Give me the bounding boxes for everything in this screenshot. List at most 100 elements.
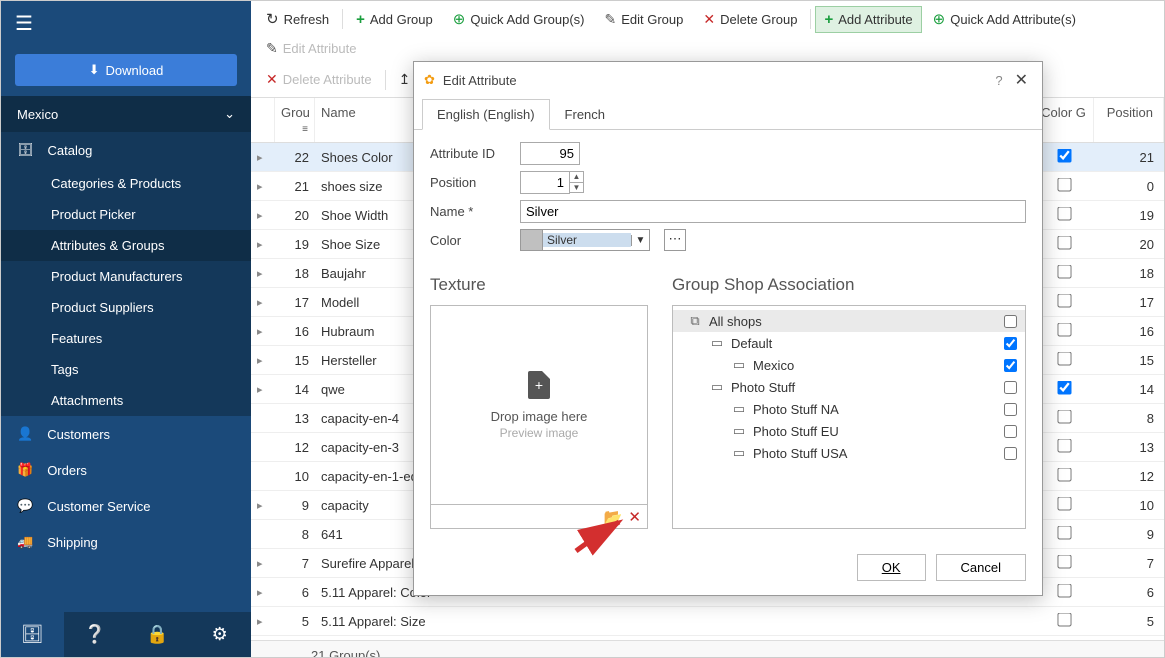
shop-tree-item[interactable]: ⧉All shops [673, 310, 1025, 332]
add-attribute-button[interactable]: Add Attribute [815, 6, 921, 33]
position-input[interactable] [520, 171, 570, 194]
color-group-checkbox[interactable] [1057, 207, 1071, 221]
expand-icon[interactable]: ▸ [251, 354, 275, 367]
sidebar-item-attributes-groups[interactable]: Attributes & Groups [1, 230, 251, 261]
cell-color-group[interactable] [1034, 468, 1094, 484]
cell-color-group[interactable] [1034, 526, 1094, 542]
expand-icon[interactable]: ▸ [251, 151, 275, 164]
remove-texture-icon[interactable]: ✕ [628, 508, 641, 526]
sidebar-item-attachments[interactable]: Attachments [1, 385, 251, 416]
col-position[interactable]: Position [1094, 98, 1164, 142]
position-spinner[interactable]: ▲▼ [570, 171, 584, 193]
store-selector[interactable]: Mexico ⌄ [1, 96, 251, 132]
shop-tree-item[interactable]: ▭Photo Stuff [673, 376, 1025, 398]
expand-icon[interactable]: ▸ [251, 296, 275, 309]
shop-checkbox[interactable] [1004, 403, 1017, 416]
color-group-checkbox[interactable] [1057, 178, 1071, 192]
table-row[interactable]: ▸55.11 Apparel: Size5 [251, 607, 1164, 636]
shop-checkbox[interactable] [1004, 447, 1017, 460]
col-group-id[interactable]: Grou ≡ [275, 98, 315, 142]
quick-add-groups-button[interactable]: Quick Add Group(s) [444, 5, 594, 33]
expand-icon[interactable]: ▸ [251, 615, 275, 628]
cell-color-group[interactable] [1034, 352, 1094, 368]
texture-dropzone[interactable]: + Drop image here Preview image [430, 305, 648, 505]
expand-icon[interactable]: ▸ [251, 209, 275, 222]
color-group-checkbox[interactable] [1057, 265, 1071, 279]
color-group-checkbox[interactable] [1057, 352, 1071, 366]
cell-color-group[interactable] [1034, 410, 1094, 426]
gear-icon[interactable]: ⚙ [189, 612, 252, 657]
shop-tree-item[interactable]: ▭Photo Stuff NA [673, 398, 1025, 420]
shop-checkbox[interactable] [1004, 315, 1017, 328]
sidebar-item-features[interactable]: Features [1, 323, 251, 354]
color-group-checkbox[interactable] [1057, 323, 1071, 337]
hamburger-icon[interactable]: ☰ [1, 1, 251, 46]
shop-checkbox[interactable] [1004, 381, 1017, 394]
col-color-group[interactable]: Color G [1034, 98, 1094, 142]
expand-icon[interactable]: ▸ [251, 557, 275, 570]
add-group-button[interactable]: Add Group [347, 6, 442, 33]
lock-icon[interactable]: 🔒 [126, 612, 189, 657]
shop-tree-item[interactable]: ▭Mexico [673, 354, 1025, 376]
cell-color-group[interactable] [1034, 555, 1094, 571]
shop-tree[interactable]: ⧉All shops▭Default▭Mexico▭Photo Stuff▭Ph… [672, 305, 1026, 529]
color-more-button[interactable]: ⋯ [664, 229, 686, 251]
color-group-checkbox[interactable] [1057, 613, 1071, 627]
cell-color-group[interactable] [1034, 207, 1094, 223]
color-group-checkbox[interactable] [1057, 236, 1071, 250]
expand-icon[interactable]: ▸ [251, 180, 275, 193]
cell-color-group[interactable] [1034, 381, 1094, 397]
tab-english[interactable]: English (English) [422, 99, 550, 130]
color-group-checkbox[interactable] [1057, 584, 1071, 598]
shop-tree-item[interactable]: ▭Photo Stuff EU [673, 420, 1025, 442]
tab-french[interactable]: French [550, 99, 620, 130]
refresh-button[interactable]: Refresh [257, 5, 338, 33]
color-combo[interactable]: Silver ▼ [520, 229, 650, 251]
cell-color-group[interactable] [1034, 178, 1094, 194]
color-group-checkbox[interactable] [1057, 149, 1071, 163]
quick-add-attributes-button[interactable]: Quick Add Attribute(s) [924, 5, 1085, 33]
cell-color-group[interactable] [1034, 265, 1094, 281]
shop-checkbox[interactable] [1004, 425, 1017, 438]
color-group-checkbox[interactable] [1057, 497, 1071, 511]
cell-color-group[interactable] [1034, 149, 1094, 165]
expand-icon[interactable]: ▸ [251, 238, 275, 251]
cell-color-group[interactable] [1034, 323, 1094, 339]
ok-button[interactable]: OK [857, 554, 926, 581]
name-input[interactable] [520, 200, 1026, 223]
expand-icon[interactable]: ▸ [251, 267, 275, 280]
color-group-checkbox[interactable] [1057, 439, 1071, 453]
color-group-checkbox[interactable] [1057, 526, 1071, 540]
nav-customer-service[interactable]: 💬Customer Service [1, 488, 251, 524]
cancel-button[interactable]: Cancel [936, 554, 1026, 581]
spin-up-icon[interactable]: ▲ [570, 172, 583, 183]
shop-checkbox[interactable] [1004, 359, 1017, 372]
color-group-checkbox[interactable] [1057, 294, 1071, 308]
dropdown-icon[interactable]: ▼ [631, 235, 649, 246]
shop-tree-item[interactable]: ▭Default [673, 332, 1025, 354]
color-group-checkbox[interactable] [1057, 555, 1071, 569]
nav-customers[interactable]: 👤Customers [1, 416, 251, 452]
cell-color-group[interactable] [1034, 584, 1094, 600]
help-icon[interactable]: ❔ [64, 612, 127, 657]
attribute-id-input[interactable] [520, 142, 580, 165]
nav-orders[interactable]: 🎁Orders [1, 452, 251, 488]
nav-catalog[interactable]: 🗄 Catalog [1, 132, 251, 168]
cell-color-group[interactable] [1034, 497, 1094, 513]
shop-tree-item[interactable]: ▭Photo Stuff USA [673, 442, 1025, 464]
archive2-icon[interactable]: 🗄 [1, 612, 64, 657]
cell-color-group[interactable] [1034, 439, 1094, 455]
cell-color-group[interactable] [1034, 236, 1094, 252]
close-icon[interactable]: ✕ [1011, 70, 1032, 90]
sidebar-item-product-suppliers[interactable]: Product Suppliers [1, 292, 251, 323]
sidebar-item-product-picker[interactable]: Product Picker [1, 199, 251, 230]
color-group-checkbox[interactable] [1057, 468, 1071, 482]
edit-group-button[interactable]: Edit Group [595, 6, 692, 33]
download-button[interactable]: ⬇ Download [15, 54, 237, 86]
sidebar-item-categories-products[interactable]: Categories & Products [1, 168, 251, 199]
sidebar-item-tags[interactable]: Tags [1, 354, 251, 385]
color-group-checkbox[interactable] [1057, 381, 1071, 395]
color-group-checkbox[interactable] [1057, 410, 1071, 424]
sidebar-item-product-manufacturers[interactable]: Product Manufacturers [1, 261, 251, 292]
expand-icon[interactable]: ▸ [251, 586, 275, 599]
